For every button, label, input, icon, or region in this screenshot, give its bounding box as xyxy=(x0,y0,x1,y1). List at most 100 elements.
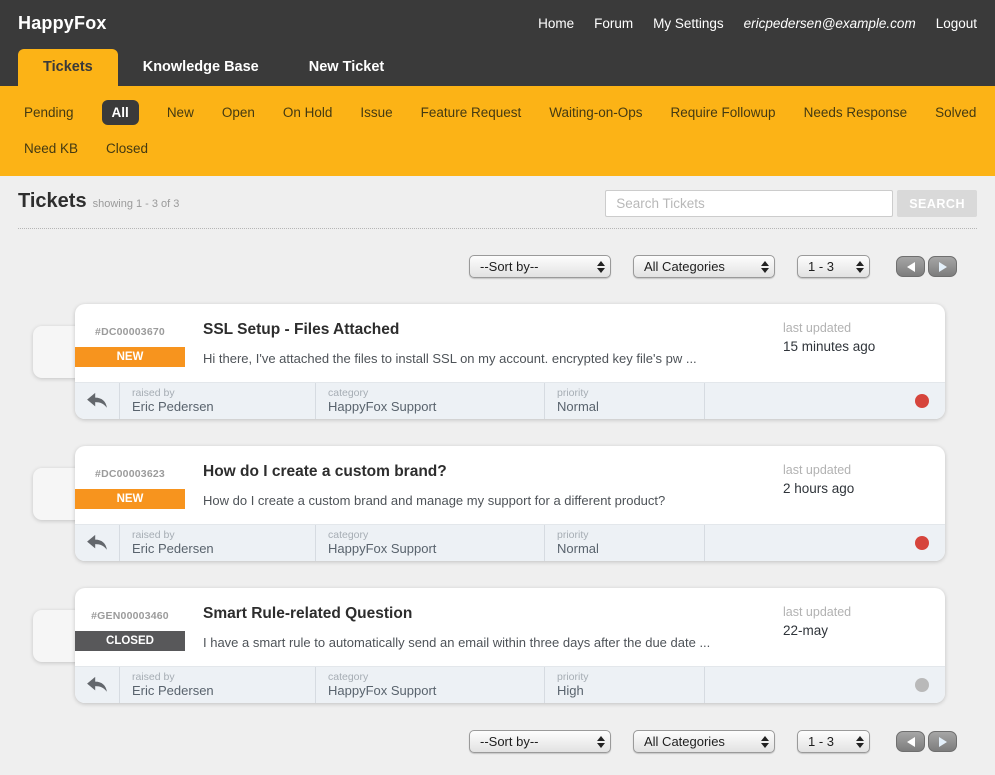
nav-forum[interactable]: Forum xyxy=(594,16,633,31)
search-box: SEARCH xyxy=(605,190,977,217)
sort-select[interactable]: --Sort by-- xyxy=(469,730,611,753)
category-select[interactable]: All Categories xyxy=(633,730,775,753)
status-dot-cell xyxy=(704,383,945,419)
filter-feature-request[interactable]: Feature Request xyxy=(421,105,522,120)
status-badge: NEW xyxy=(75,347,185,367)
reply-button[interactable] xyxy=(75,525,119,561)
ticket-card-main[interactable]: #GEN00003460 CLOSED Smart Rule-related Q… xyxy=(75,588,945,666)
status-dot xyxy=(915,536,929,550)
select-arrows-icon xyxy=(597,261,605,273)
filter-open[interactable]: Open xyxy=(222,105,255,120)
top-bar: HappyFox Home Forum My Settings ericpede… xyxy=(0,0,995,86)
ticket-id: #DC00003670 xyxy=(75,326,185,338)
filter-waiting-on-ops[interactable]: Waiting-on-Ops xyxy=(549,105,642,120)
filter-new[interactable]: New xyxy=(167,105,194,120)
nav-logout[interactable]: Logout xyxy=(936,16,977,31)
category-cell: category HappyFox Support xyxy=(315,667,544,703)
next-page-button[interactable] xyxy=(928,731,957,752)
heading: Tickets showing 1 - 3 of 3 xyxy=(18,190,179,213)
nav-home[interactable]: Home xyxy=(538,16,574,31)
ticket-footer: raised by Eric Pedersen category HappyFo… xyxy=(75,666,945,703)
ticket-card: #DC00003623 NEW How do I create a custom… xyxy=(75,446,945,561)
status-dot-cell xyxy=(704,525,945,561)
ticket-row: #DC00003670 NEW SSL Setup - Files Attach… xyxy=(75,304,945,419)
ticket-card-main[interactable]: #DC00003670 NEW SSL Setup - Files Attach… xyxy=(75,304,945,382)
reply-icon xyxy=(86,534,108,552)
select-arrows-icon xyxy=(856,736,864,748)
reply-icon xyxy=(86,392,108,410)
page-range-select[interactable]: 1 - 3 xyxy=(797,255,870,278)
filter-issue[interactable]: Issue xyxy=(360,105,392,120)
reply-icon xyxy=(86,676,108,694)
ticket-id: #DC00003623 xyxy=(75,468,185,480)
arrow-left-icon xyxy=(907,737,915,747)
last-updated-label: last updated xyxy=(783,605,937,619)
ticket-card: #GEN00003460 CLOSED Smart Rule-related Q… xyxy=(75,588,945,703)
ticket-card-main[interactable]: #DC00003623 NEW How do I create a custom… xyxy=(75,446,945,524)
main-content: Tickets showing 1 - 3 of 3 SEARCH --Sort … xyxy=(0,176,995,775)
bottom-controls: --Sort by-- All Categories 1 - 3 xyxy=(18,730,957,775)
category-select[interactable]: All Categories xyxy=(633,255,775,278)
reply-button[interactable] xyxy=(75,667,119,703)
page-title: Tickets xyxy=(18,190,87,212)
filter-solved[interactable]: Solved xyxy=(935,105,976,120)
tab-knowledge-base[interactable]: Knowledge Base xyxy=(118,49,284,86)
ticket-footer: raised by Eric Pedersen category HappyFo… xyxy=(75,524,945,561)
last-updated-label: last updated xyxy=(783,463,937,477)
reply-button[interactable] xyxy=(75,383,119,419)
ticket-title[interactable]: SSL Setup - Files Attached xyxy=(203,321,765,339)
ticket-list: #DC00003670 NEW SSL Setup - Files Attach… xyxy=(75,304,945,703)
filter-pending[interactable]: Pending xyxy=(24,105,74,120)
ticket-id: #GEN00003460 xyxy=(75,610,185,622)
ticket-title[interactable]: Smart Rule-related Question xyxy=(203,605,765,623)
ticket-snippet: How do I create a custom brand and manag… xyxy=(203,493,765,508)
arrow-left-icon xyxy=(907,262,915,272)
sort-select[interactable]: --Sort by-- xyxy=(469,255,611,278)
ticket-footer: raised by Eric Pedersen category HappyFo… xyxy=(75,382,945,419)
status-filter-bar: Pending All New Open On Hold Issue Featu… xyxy=(0,86,995,176)
tab-new-ticket[interactable]: New Ticket xyxy=(284,49,410,86)
pager xyxy=(896,731,957,752)
pager xyxy=(896,256,957,277)
showing-count: showing 1 - 3 of 3 xyxy=(93,198,180,210)
filter-need-kb[interactable]: Need KB xyxy=(24,141,78,156)
select-arrows-icon xyxy=(856,261,864,273)
filter-require-followup[interactable]: Require Followup xyxy=(671,105,776,120)
status-dot xyxy=(915,394,929,408)
raised-by-cell: raised by Eric Pedersen xyxy=(119,667,315,703)
app-logo: HappyFox xyxy=(18,13,107,34)
ticket-snippet: I have a smart rule to automatically sen… xyxy=(203,635,765,650)
tab-tickets[interactable]: Tickets xyxy=(18,49,118,86)
status-badge: CLOSED xyxy=(75,631,185,651)
priority-cell: priority Normal xyxy=(544,525,704,561)
priority-cell: priority High xyxy=(544,667,704,703)
ticket-title[interactable]: How do I create a custom brand? xyxy=(203,463,765,481)
search-input[interactable] xyxy=(605,190,893,217)
top-nav: Home Forum My Settings ericpedersen@exam… xyxy=(538,16,977,31)
search-button[interactable]: SEARCH xyxy=(897,190,977,217)
dotted-separator xyxy=(18,228,977,229)
page-range-select[interactable]: 1 - 3 xyxy=(797,730,870,753)
last-updated-value: 15 minutes ago xyxy=(783,339,937,354)
status-dot-cell xyxy=(704,667,945,703)
prev-page-button[interactable] xyxy=(896,256,925,277)
arrow-right-icon xyxy=(939,737,947,747)
nav-my-settings[interactable]: My Settings xyxy=(653,16,724,31)
filter-needs-response[interactable]: Needs Response xyxy=(804,105,908,120)
filter-on-hold[interactable]: On Hold xyxy=(283,105,333,120)
status-badge: NEW xyxy=(75,489,185,509)
status-dot xyxy=(915,678,929,692)
category-cell: category HappyFox Support xyxy=(315,383,544,419)
ticket-row: #GEN00003460 CLOSED Smart Rule-related Q… xyxy=(75,588,945,703)
raised-by-cell: raised by Eric Pedersen xyxy=(119,525,315,561)
ticket-row: #DC00003623 NEW How do I create a custom… xyxy=(75,446,945,561)
filter-closed[interactable]: Closed xyxy=(106,141,148,156)
top-controls: --Sort by-- All Categories 1 - 3 xyxy=(18,255,957,278)
select-arrows-icon xyxy=(761,736,769,748)
last-updated-value: 2 hours ago xyxy=(783,481,937,496)
prev-page-button[interactable] xyxy=(896,731,925,752)
filter-all[interactable]: All xyxy=(102,100,139,125)
next-page-button[interactable] xyxy=(928,256,957,277)
user-email: ericpedersen@example.com xyxy=(744,16,916,31)
category-cell: category HappyFox Support xyxy=(315,525,544,561)
